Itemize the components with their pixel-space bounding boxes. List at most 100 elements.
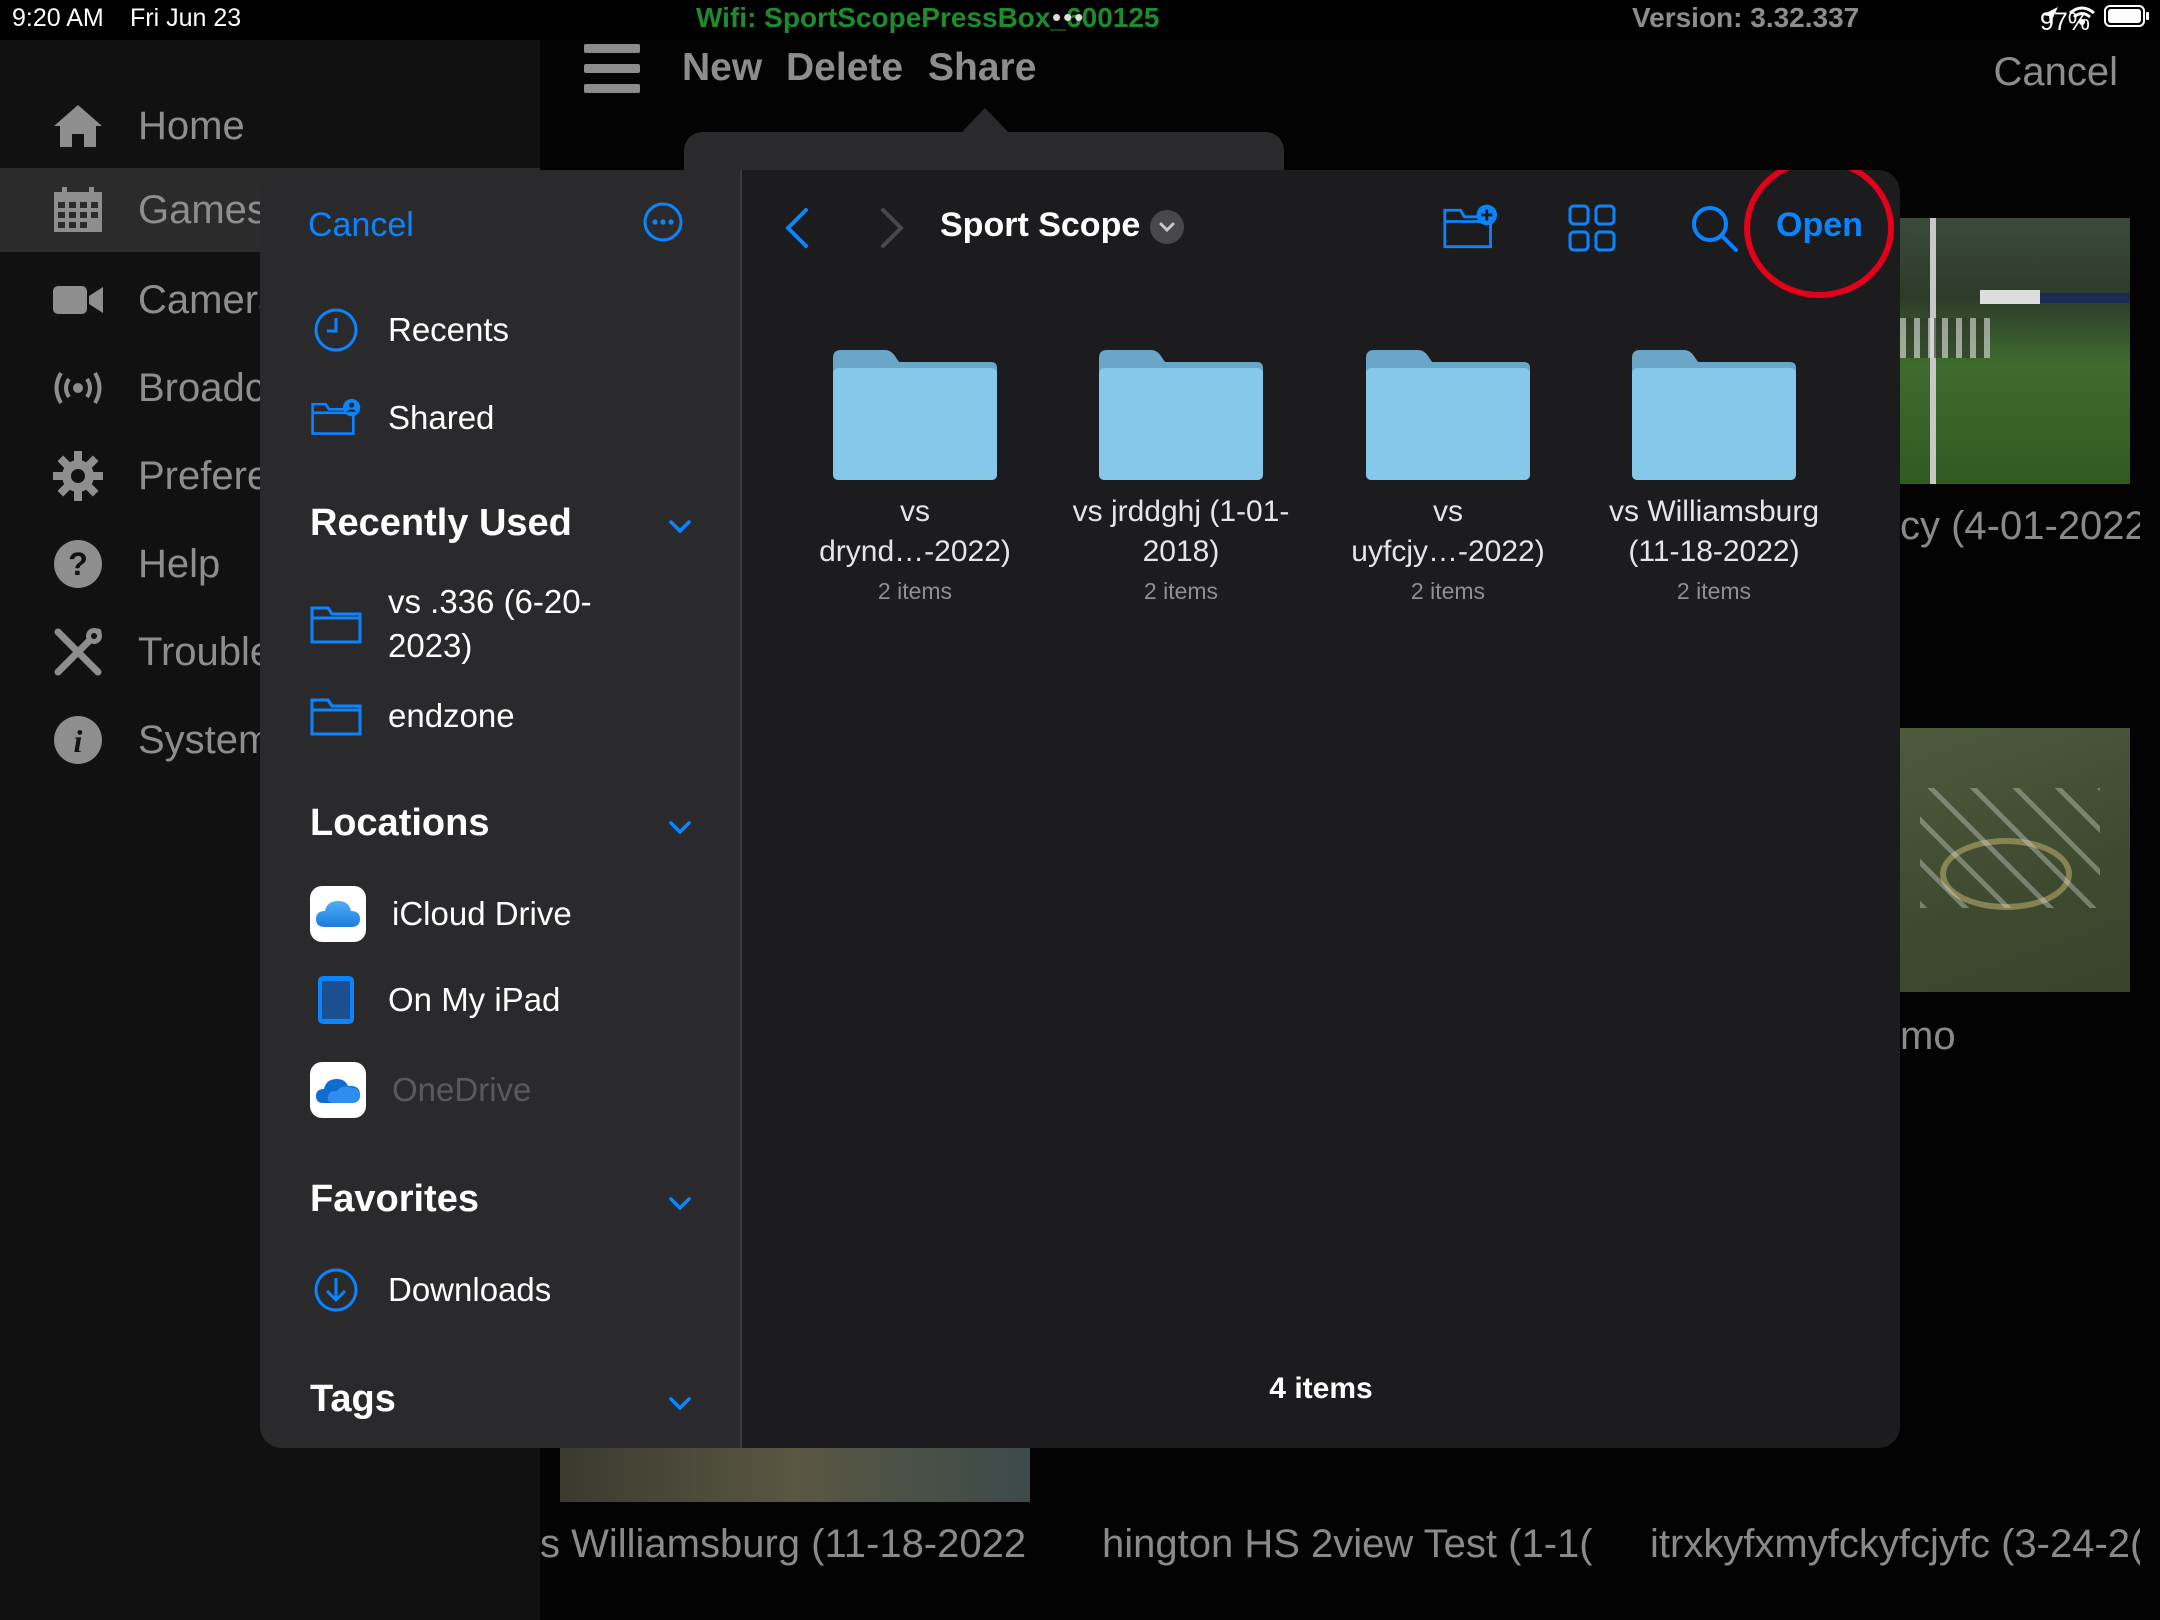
- folder-icon: [1099, 350, 1263, 480]
- location-icloud-drive[interactable]: iCloud Drive: [310, 886, 572, 942]
- calendar-icon: [50, 182, 106, 238]
- folder-item[interactable]: vs uyfcjy…-2022) 2 items: [1333, 348, 1563, 605]
- favorite-downloads[interactable]: Downloads: [310, 1264, 551, 1316]
- folder-icon: [1366, 350, 1530, 480]
- folder-icon: [310, 690, 362, 742]
- folder-item[interactable]: vs jrddghj (1-01-2018) 2 items: [1066, 348, 1296, 605]
- sidebar-item-home[interactable]: Home: [0, 84, 540, 168]
- share-button[interactable]: Share: [928, 46, 1036, 90]
- app-cancel-button[interactable]: Cancel: [1993, 50, 2118, 95]
- forward-chevron-icon[interactable]: [877, 206, 907, 250]
- location-menu-chevron-icon[interactable]: [1150, 210, 1184, 244]
- folder-item[interactable]: vs drynd…-2022) 2 items: [800, 348, 1030, 605]
- folder-name: vs drynd…-2022): [819, 495, 1011, 568]
- video-camera-icon: [50, 272, 106, 328]
- section-header-favorites[interactable]: Favorites: [310, 1178, 479, 1221]
- popover-arrow: [960, 108, 1010, 134]
- sidebar-item-label: Camera: [138, 277, 281, 322]
- battery-icon: [2104, 5, 2149, 27]
- folder-icon: [833, 350, 997, 480]
- new-button[interactable]: New: [682, 46, 762, 90]
- sidebar-item-label: Shared: [388, 399, 495, 436]
- sidebar-item-label: Home: [138, 103, 245, 148]
- picker-cancel-button[interactable]: Cancel: [308, 206, 414, 245]
- folder-icon: [1632, 350, 1796, 480]
- folder-name: vs Williamsburg (11-18-2022): [1608, 495, 1820, 568]
- annotation-circle: [1744, 170, 1894, 298]
- chevron-down-icon[interactable]: [665, 1189, 695, 1219]
- status-icons: 97%: [2040, 4, 2150, 36]
- folder-icon: [310, 598, 362, 650]
- clock-icon: [310, 304, 362, 356]
- grid-view-icon[interactable]: [1564, 200, 1620, 256]
- menu-icon[interactable]: [584, 44, 640, 96]
- recent-folder-label: endzone: [388, 697, 515, 734]
- app-version: Version: 3.32.337: [1632, 2, 1860, 33]
- search-icon[interactable]: [1686, 200, 1742, 256]
- download-icon: [310, 1264, 362, 1316]
- delete-button[interactable]: Delete: [786, 46, 903, 90]
- sidebar-item-label: Recents: [388, 311, 510, 348]
- sidebar-item-label: Help: [138, 541, 221, 586]
- sidebar-item-recents[interactable]: Recents: [310, 304, 509, 356]
- favorite-label: Downloads: [388, 1271, 552, 1308]
- sidebar-item-shared[interactable]: Shared: [310, 392, 494, 444]
- status-date: Fri Jun 23: [130, 4, 242, 32]
- game-thumbnail[interactable]: [560, 1448, 1030, 1502]
- ipad-icon: [310, 974, 362, 1026]
- chevron-down-icon[interactable]: [665, 1389, 695, 1419]
- location-label: iCloud Drive: [392, 895, 572, 932]
- more-options-icon[interactable]: [643, 202, 683, 242]
- sidebar-item-label: Games: [138, 187, 267, 232]
- svg-text:?: ?: [68, 546, 88, 582]
- shared-folder-icon: [310, 392, 362, 444]
- game-title[interactable]: s Williamsburg (11-18-2022: [540, 1522, 1050, 1567]
- help-icon: ?: [50, 536, 106, 592]
- recent-folder-item[interactable]: vs .336 (6-20-2023): [310, 580, 608, 668]
- picker-sidebar: Cancel Recents Shared Recently Used vs .…: [260, 170, 742, 1448]
- status-time: 9:20 AM: [12, 4, 104, 32]
- section-header-recently-used[interactable]: Recently Used: [310, 502, 572, 545]
- home-icon: [50, 98, 106, 154]
- game-thumbnail[interactable]: [1900, 218, 2130, 484]
- location-label: On My iPad: [388, 981, 561, 1018]
- folder-name: vs jrddghj (1-01-2018): [1072, 495, 1290, 568]
- location-on-my-ipad[interactable]: On My iPad: [310, 974, 560, 1026]
- broadcast-icon: [50, 360, 106, 416]
- sidebar-item-label: System: [138, 717, 272, 762]
- folder-item-count: 2 items: [1676, 578, 1752, 604]
- folder-item[interactable]: vs Williamsburg (11-18-2022) 2 items: [1599, 348, 1829, 605]
- folder-item-count: 2 items: [877, 578, 953, 604]
- status-bar: 9:20 AM Fri Jun 23 Wifi: SportScopePress…: [0, 0, 2160, 40]
- recent-folder-item[interactable]: endzone: [310, 690, 515, 742]
- location-label: OneDrive: [392, 1071, 532, 1108]
- item-count: 4 items: [1269, 1372, 1373, 1405]
- battery-percent: 97%: [2040, 8, 2091, 36]
- gear-icon: [50, 448, 106, 504]
- onedrive-icon: [310, 1062, 366, 1118]
- location-onedrive[interactable]: OneDrive: [310, 1062, 531, 1118]
- svg-text:i: i: [74, 723, 83, 759]
- chevron-down-icon[interactable]: [665, 813, 695, 843]
- chevron-down-icon[interactable]: [665, 512, 695, 542]
- section-header-tags[interactable]: Tags: [310, 1378, 396, 1421]
- icloud-icon: [310, 886, 366, 942]
- recent-folder-label: vs .336 (6-20-2023): [388, 583, 592, 664]
- tools-icon: [50, 624, 106, 680]
- info-icon: i: [50, 712, 106, 768]
- game-thumbnail[interactable]: [1900, 728, 2130, 992]
- game-title[interactable]: itrxkyfxmyfckyfcjyfc (3-24-2(: [1650, 1522, 2140, 1567]
- new-folder-icon[interactable]: [1442, 200, 1498, 256]
- folder-item-count: 2 items: [1410, 578, 1486, 604]
- back-chevron-icon[interactable]: [782, 206, 812, 250]
- wifi-status: Wifi: SportScopePressBox_600125: [696, 2, 1160, 33]
- multitasking-dots[interactable]: •••: [1052, 2, 1085, 33]
- folder-item-count: 2 items: [1143, 578, 1219, 604]
- section-header-locations[interactable]: Locations: [310, 802, 489, 845]
- picker-content: Sport Scope Open vs drynd…-2022) 2 items…: [742, 170, 1900, 1448]
- game-title[interactable]: hington HS 2view Test (1-1(: [1102, 1522, 1592, 1567]
- game-title[interactable]: cy (4-01-2022: [1900, 504, 2140, 549]
- location-title[interactable]: Sport Scope: [940, 206, 1140, 245]
- folder-name: vs uyfcjy…-2022): [1351, 495, 1545, 568]
- game-title[interactable]: mo: [1900, 1014, 2140, 1059]
